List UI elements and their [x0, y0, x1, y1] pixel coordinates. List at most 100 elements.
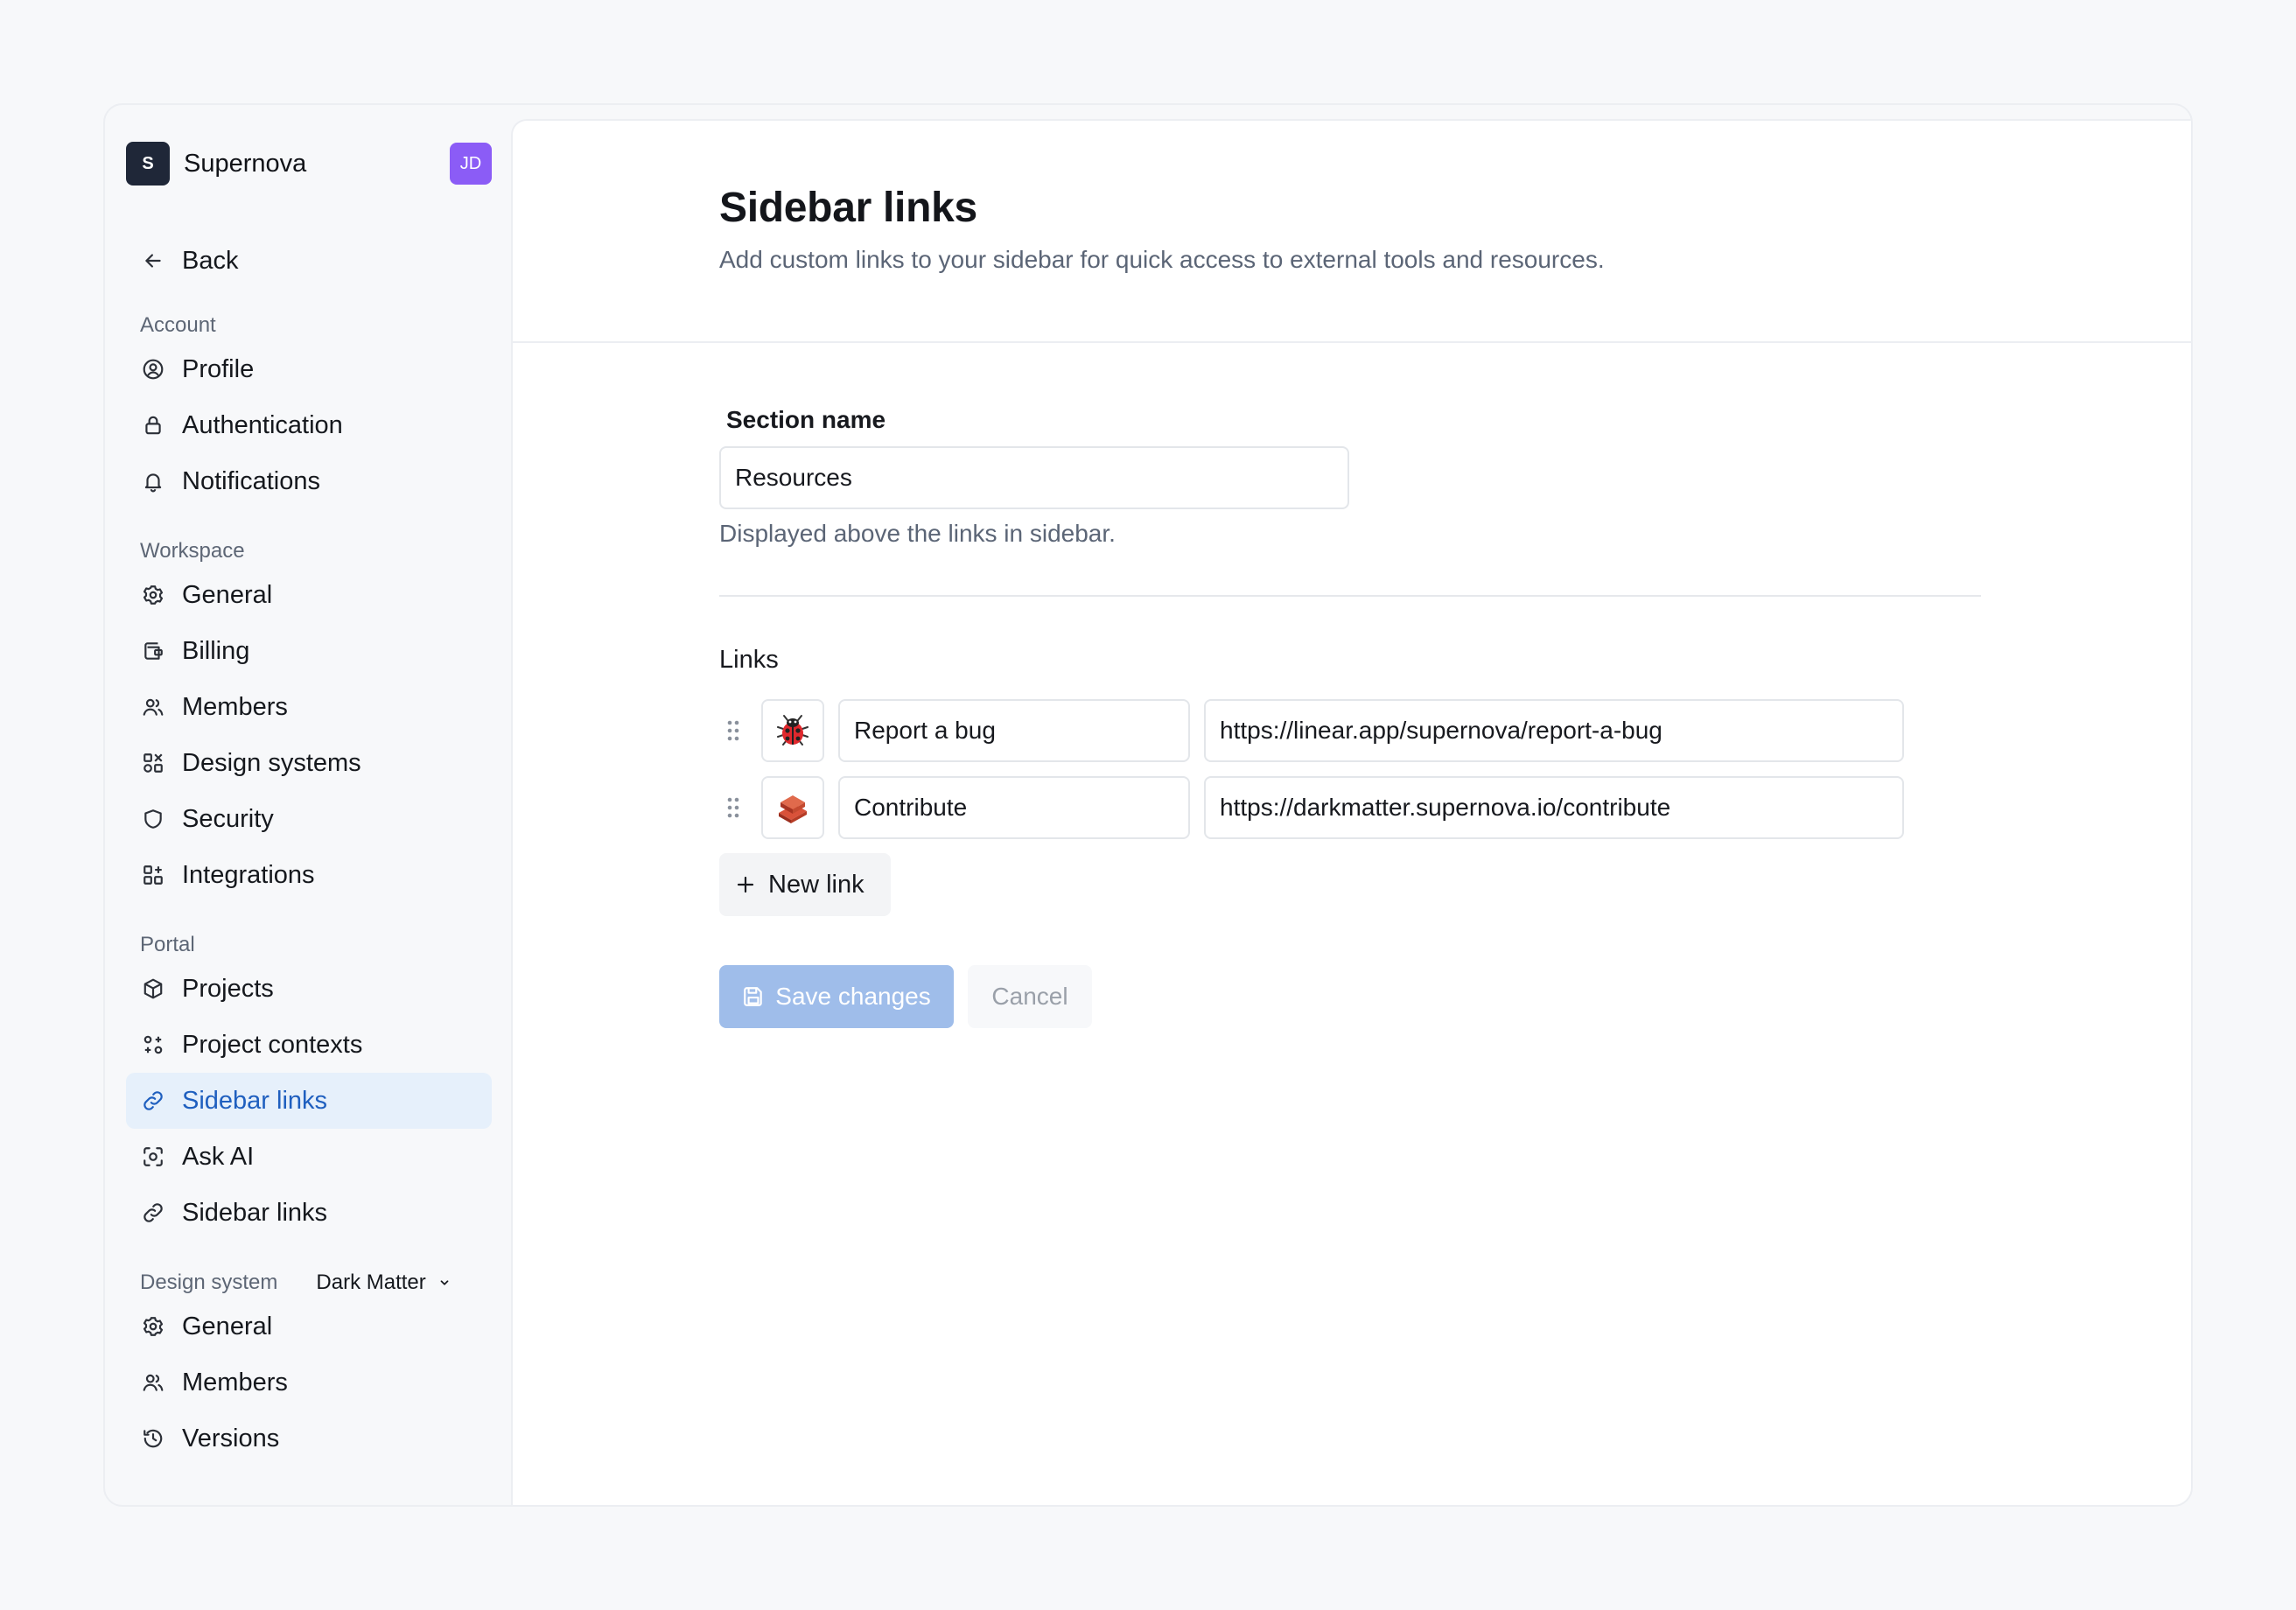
- sidebar-item-label: Billing: [182, 636, 250, 665]
- workspace-switcher[interactable]: S Supernova JD: [126, 142, 492, 186]
- emoji-picker-button[interactable]: [761, 776, 824, 839]
- components-icon: [140, 1032, 166, 1058]
- arrow-left-icon: [140, 248, 166, 274]
- page-header: Sidebar links Add custom links to your s…: [513, 121, 2191, 343]
- sidebar-item-security[interactable]: Security: [126, 791, 492, 847]
- app-window: S Supernova JD Back Account Profile Auth…: [103, 103, 2193, 1507]
- page-title: Sidebar links: [719, 185, 977, 231]
- form-actions: Save changes Cancel: [719, 965, 2191, 1028]
- history-icon: [140, 1425, 166, 1452]
- new-link-button[interactable]: New link: [719, 853, 891, 916]
- link-url-input[interactable]: https://darkmatter.supernova.io/contribu…: [1204, 776, 1904, 839]
- sidebar-item-label: Project contexts: [182, 1030, 363, 1059]
- link-url-input[interactable]: https://linear.app/supernova/report-a-bu…: [1204, 699, 1904, 762]
- user-circle-icon: [140, 356, 166, 382]
- link-icon: [140, 1200, 166, 1226]
- sidebar-item-sidebar-links-2[interactable]: Sidebar links: [126, 1185, 492, 1241]
- sidebar-item-label: Ask AI: [182, 1142, 255, 1171]
- link-icon: [140, 1088, 166, 1114]
- sidebar-item-label: Security: [182, 804, 274, 833]
- ladybug-icon: [777, 715, 808, 746]
- sidebar-item-general[interactable]: General: [126, 567, 492, 623]
- lock-icon: [140, 412, 166, 438]
- emoji-picker-button[interactable]: [761, 699, 824, 762]
- users-icon: [140, 1369, 166, 1396]
- sidebar-item-label: Members: [182, 1368, 288, 1396]
- links-label: Links: [719, 646, 779, 674]
- sidebar-item-label: General: [182, 1312, 273, 1340]
- cube-icon: [140, 976, 166, 1002]
- save-icon: [744, 987, 763, 1006]
- sidebar-item-label: General: [182, 580, 273, 609]
- sidebar-item-label: Notifications: [182, 466, 320, 495]
- sidebar-item-ask-ai[interactable]: Ask AI: [126, 1129, 492, 1185]
- sidebar-item-label: Authentication: [182, 410, 343, 439]
- gear-icon: [140, 582, 166, 608]
- back-label: Back: [182, 246, 239, 275]
- settings-sidebar: S Supernova JD Back Account Profile Auth…: [105, 105, 513, 1505]
- sidebar-item-project-contexts[interactable]: Project contexts: [126, 1017, 492, 1073]
- sidebar-item-label: Members: [182, 692, 288, 721]
- design-system-section: Design system Dark Matter General Member…: [126, 1267, 492, 1466]
- drag-handle-icon[interactable]: [719, 699, 749, 762]
- brick-icon: [779, 795, 807, 823]
- avatar[interactable]: JD: [450, 143, 492, 185]
- section-name-label: Section name: [726, 406, 886, 433]
- main-panel: Sidebar links Add custom links to your s…: [511, 119, 2191, 1505]
- section-name-hint: Displayed above the links in sidebar.: [719, 520, 1116, 547]
- plus-icon: [737, 876, 754, 893]
- new-link-label: New link: [768, 870, 864, 899]
- sidebar-item-ds-versions[interactable]: Versions: [126, 1410, 492, 1466]
- section-label-design-system: Design system: [140, 1270, 278, 1294]
- sidebar-item-sidebar-links[interactable]: Sidebar links: [126, 1073, 492, 1129]
- section-label-workspace: Workspace: [140, 539, 245, 563]
- link-name-input[interactable]: Contribute: [838, 776, 1190, 839]
- sidebar-item-ds-general[interactable]: General: [126, 1298, 492, 1354]
- sidebar-item-members[interactable]: Members: [126, 679, 492, 735]
- sidebar-item-authentication[interactable]: Authentication: [126, 397, 492, 453]
- link-row: Contribute https://darkmatter.supernova.…: [719, 776, 2191, 839]
- sidebar-item-label: Integrations: [182, 860, 315, 889]
- sidebar-item-design-systems[interactable]: Design systems: [126, 735, 492, 791]
- scan-face-icon: [140, 1144, 166, 1170]
- sidebar-item-projects[interactable]: Projects: [126, 961, 492, 1017]
- workspace-section: Workspace General Billing Members Design…: [126, 536, 492, 903]
- sidebar-item-integrations[interactable]: Integrations: [126, 847, 492, 903]
- bell-icon: [140, 468, 166, 494]
- drag-handle-icon[interactable]: [719, 776, 749, 839]
- users-icon: [140, 694, 166, 720]
- section-name-input[interactable]: Resources: [719, 446, 1349, 509]
- wallet-icon: [140, 638, 166, 664]
- section-label-account: Account: [140, 313, 216, 337]
- design-system-selected: Dark Matter: [316, 1270, 426, 1294]
- sidebar-item-label: Design systems: [182, 748, 361, 777]
- account-section: Account Profile Authentication Notificat…: [126, 310, 492, 509]
- divider: [719, 595, 1981, 597]
- design-system-header: Design system Dark Matter: [126, 1267, 492, 1298]
- apps-icon: [140, 862, 166, 888]
- sidebar-item-billing[interactable]: Billing: [126, 623, 492, 679]
- chevron-down-icon: [440, 1280, 449, 1285]
- sidebar-item-label: Projects: [182, 974, 274, 1003]
- page-subtitle: Add custom links to your sidebar for qui…: [719, 246, 1605, 273]
- shapes-icon: [140, 750, 166, 776]
- design-system-select[interactable]: Dark Matter: [316, 1270, 450, 1295]
- gear-icon: [140, 1313, 166, 1340]
- cancel-button[interactable]: Cancel: [968, 965, 1092, 1028]
- sidebar-item-label: Versions: [182, 1424, 280, 1452]
- link-row: Report a bug https://linear.app/supernov…: [719, 699, 2191, 762]
- back-link[interactable]: Back: [126, 233, 492, 289]
- link-name-input[interactable]: Report a bug: [838, 699, 1190, 762]
- portal-section: Portal Projects Project contexts Sidebar…: [126, 929, 492, 1241]
- save-changes-button[interactable]: Save changes: [719, 965, 954, 1028]
- sidebar-item-notifications[interactable]: Notifications: [126, 453, 492, 509]
- workspace-name: Supernova: [184, 149, 307, 178]
- sidebar-links-form: Section name Resources Displayed above t…: [513, 343, 2191, 1028]
- sidebar-item-label: Profile: [182, 354, 255, 383]
- sidebar-item-ds-members[interactable]: Members: [126, 1354, 492, 1410]
- shield-icon: [140, 806, 166, 832]
- section-label-portal: Portal: [140, 933, 195, 956]
- sidebar-item-profile[interactable]: Profile: [126, 341, 492, 397]
- save-changes-label: Save changes: [775, 983, 931, 1010]
- sidebar-item-label: Sidebar links: [182, 1086, 328, 1115]
